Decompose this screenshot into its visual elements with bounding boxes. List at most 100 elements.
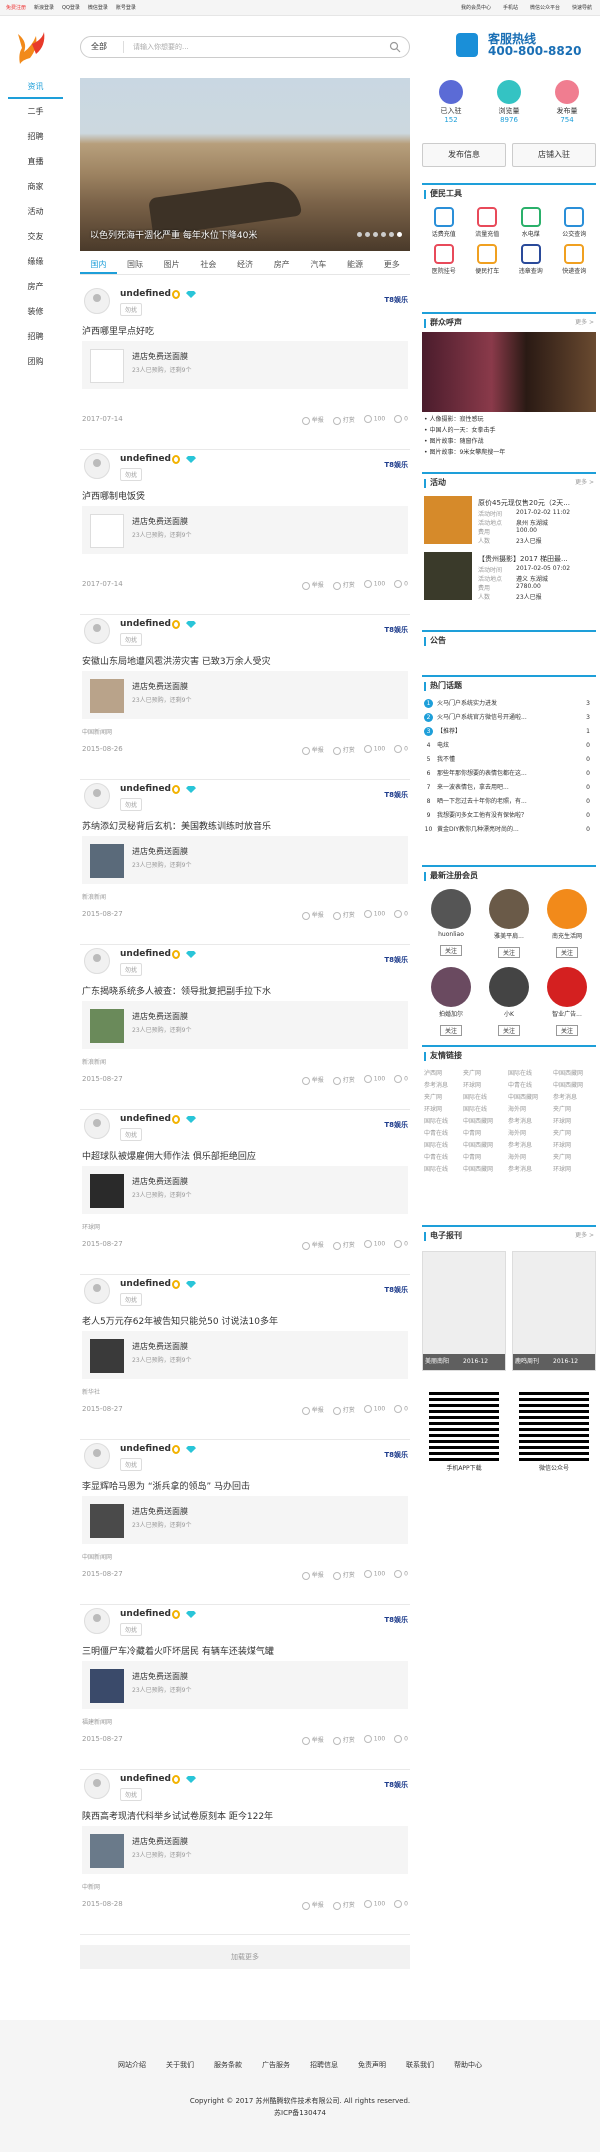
- post-title[interactable]: 李显辉哈马恩为 “浙兵拿的领岛” 马办回击: [82, 1479, 250, 1492]
- nav-item[interactable]: 缘缘: [8, 249, 63, 274]
- more-link[interactable]: 更多 >: [575, 474, 594, 492]
- hot-topic[interactable]: 10 黄金DIY教你几种漂亮时尚的... 0: [424, 823, 594, 837]
- topbar-link[interactable]: 快速导航: [572, 0, 592, 16]
- post-action[interactable]: 100: [364, 1570, 385, 1580]
- post-title[interactable]: 三明僵尸车冷藏着火吓坏居民 有辆车还装煤气罐: [82, 1644, 274, 1657]
- member-avatar[interactable]: [547, 967, 587, 1007]
- friend-link[interactable]: 国际在线: [508, 1069, 549, 1079]
- author-name[interactable]: undefined: [120, 949, 171, 959]
- friend-link[interactable]: 夹广网: [463, 1069, 504, 1079]
- member-avatar[interactable]: [489, 889, 529, 929]
- post-title[interactable]: 陕西高考现清代科举乡试试卷原刻本 距今122年: [82, 1809, 273, 1822]
- search-bar[interactable]: 全部 请输入你想要的...: [80, 36, 410, 58]
- search-icon[interactable]: [389, 41, 401, 53]
- promo-box[interactable]: 进店免费送面膜 23人已预购，还剩9个: [82, 671, 408, 719]
- post-action[interactable]: 100: [364, 1075, 385, 1085]
- member-avatar[interactable]: [431, 967, 471, 1007]
- follow-button[interactable]: 关注: [555, 1025, 578, 1036]
- post-source[interactable]: 中新网: [82, 1882, 100, 1891]
- post-action[interactable]: 100: [364, 415, 385, 425]
- stat-item[interactable]: 已入驻 152: [422, 80, 480, 124]
- post-title[interactable]: 苏纳添幻灵秘背后玄机：美国教练训练时放音乐: [82, 819, 271, 832]
- avatar[interactable]: [84, 288, 110, 314]
- group-banner[interactable]: [422, 332, 596, 412]
- hot-title[interactable]: 电炫: [437, 742, 449, 749]
- friend-link[interactable]: 中国西藏网: [553, 1081, 594, 1091]
- paper-item[interactable]: 鹿鸣周刊 2016-12: [512, 1251, 596, 1371]
- friend-link[interactable]: 国际在线: [463, 1093, 504, 1103]
- post-action[interactable]: 100: [364, 1900, 385, 1910]
- author-name[interactable]: undefined: [120, 289, 171, 299]
- friend-link[interactable]: 中国西藏网: [463, 1165, 504, 1175]
- footer-link[interactable]: 免责声明: [358, 2061, 386, 2069]
- post-action[interactable]: 0: [394, 1075, 408, 1085]
- topbar-link[interactable]: 免费注册: [6, 0, 26, 16]
- hot-topic[interactable]: 9 我想要问多女工他有没有保佑啦？ 0: [424, 809, 594, 823]
- activity-title[interactable]: 原价45元现仅售20元（2天...: [478, 498, 570, 508]
- promo-box[interactable]: 进店免费送面膜 23人已预购，还剩9个: [82, 341, 408, 389]
- author-name[interactable]: undefined: [120, 1774, 171, 1784]
- friend-link[interactable]: 海外网: [508, 1129, 549, 1139]
- paper-item[interactable]: 美丽南阳 2016-12: [422, 1251, 506, 1371]
- footer-link[interactable]: 广告服务: [262, 2061, 290, 2069]
- group-item[interactable]: • 中国人的一天：女拳击手: [424, 425, 594, 436]
- friend-link[interactable]: 中青网: [463, 1153, 504, 1163]
- avatar[interactable]: [84, 783, 110, 809]
- member-card[interactable]: 南充生活网 关注: [538, 889, 596, 959]
- friend-link[interactable]: 夹广网: [553, 1129, 594, 1139]
- slider-dot[interactable]: [397, 232, 402, 237]
- slider-dot[interactable]: [365, 232, 370, 237]
- qr-code[interactable]: [519, 1391, 589, 1461]
- author-name[interactable]: undefined: [120, 1114, 171, 1124]
- avatar[interactable]: [84, 618, 110, 644]
- member-name[interactable]: 拍婚加尔: [422, 1009, 480, 1018]
- post-action[interactable]: 0: [394, 1405, 408, 1415]
- activity-title[interactable]: 【贵州摄影】2017 梯田最...: [478, 554, 568, 564]
- promo-box[interactable]: 进店免费送面膜 23人已预购，还剩9个: [82, 1331, 408, 1379]
- load-more-button[interactable]: 加载更多: [80, 1945, 410, 1969]
- tool-item[interactable]: 流量充值: [466, 207, 510, 238]
- friend-link[interactable]: 海外网: [508, 1105, 549, 1115]
- avatar[interactable]: [84, 948, 110, 974]
- follow-button[interactable]: 关注: [439, 1025, 462, 1036]
- post-source[interactable]: 环球网: [82, 1222, 100, 1231]
- activity-item[interactable]: 【贵州摄影】2017 梯田最... 活动时间 2017-02-05 07:02 活动地…: [422, 548, 596, 604]
- post-action[interactable]: 0: [394, 1900, 408, 1910]
- post-action[interactable]: 0: [394, 745, 408, 755]
- more-link[interactable]: 更多 >: [575, 314, 594, 332]
- follow-button[interactable]: 关注: [555, 947, 578, 958]
- member-card[interactable]: 拍婚加尔 关注: [422, 967, 480, 1037]
- friend-link[interactable]: 夹广网: [553, 1105, 594, 1115]
- friend-link[interactable]: 中青在线: [508, 1081, 549, 1091]
- friend-link[interactable]: 中国西藏网: [508, 1093, 549, 1103]
- tab-item[interactable]: 更多: [373, 255, 410, 274]
- post-action[interactable]: 打赏: [333, 1075, 355, 1085]
- member-name[interactable]: 南充生活网: [538, 931, 596, 940]
- post-action[interactable]: 举报: [302, 1240, 324, 1250]
- activity-item[interactable]: 原价45元现仅售20元（2天... 活动时间 2017-02-02 11:02 活动地…: [422, 492, 596, 548]
- topbar-link[interactable]: QQ登录: [62, 0, 80, 16]
- post-action[interactable]: 100: [364, 1240, 385, 1250]
- friend-link[interactable]: 中国西藏网: [463, 1141, 504, 1151]
- post-action[interactable]: 100: [364, 745, 385, 755]
- friend-link[interactable]: 环球网: [463, 1081, 504, 1091]
- topbar-link[interactable]: 微信公众平台: [530, 0, 560, 16]
- hot-title[interactable]: 来一波表情包，拿去用吧...: [437, 784, 509, 791]
- hot-topic[interactable]: 3 【推荐】 1: [424, 725, 594, 739]
- promo-box[interactable]: 进店免费送面膜 23人已预购，还剩9个: [82, 1001, 408, 1049]
- tab-item[interactable]: 国际: [117, 255, 154, 274]
- promo-box[interactable]: 进店免费送面膜 23人已预购，还剩9个: [82, 506, 408, 554]
- post-action[interactable]: 打赏: [333, 1735, 355, 1745]
- tool-item[interactable]: 违章查询: [509, 244, 553, 275]
- friend-link[interactable]: 中青在线: [424, 1153, 459, 1163]
- post-source[interactable]: 福建新闻网: [82, 1717, 112, 1726]
- sidebar-button[interactable]: 店铺入驻: [512, 143, 596, 167]
- tool-item[interactable]: 便民打车: [466, 244, 510, 275]
- hot-topic[interactable]: 7 来一波表情包，拿去用吧... 0: [424, 781, 594, 795]
- footer-link[interactable]: 联系我们: [406, 2061, 434, 2069]
- post-action[interactable]: 0: [394, 910, 408, 920]
- footer-link[interactable]: 服务条款: [214, 2061, 242, 2069]
- post-action[interactable]: 100: [364, 910, 385, 920]
- friend-link[interactable]: 夹广网: [553, 1153, 594, 1163]
- post-action[interactable]: 打赏: [333, 910, 355, 920]
